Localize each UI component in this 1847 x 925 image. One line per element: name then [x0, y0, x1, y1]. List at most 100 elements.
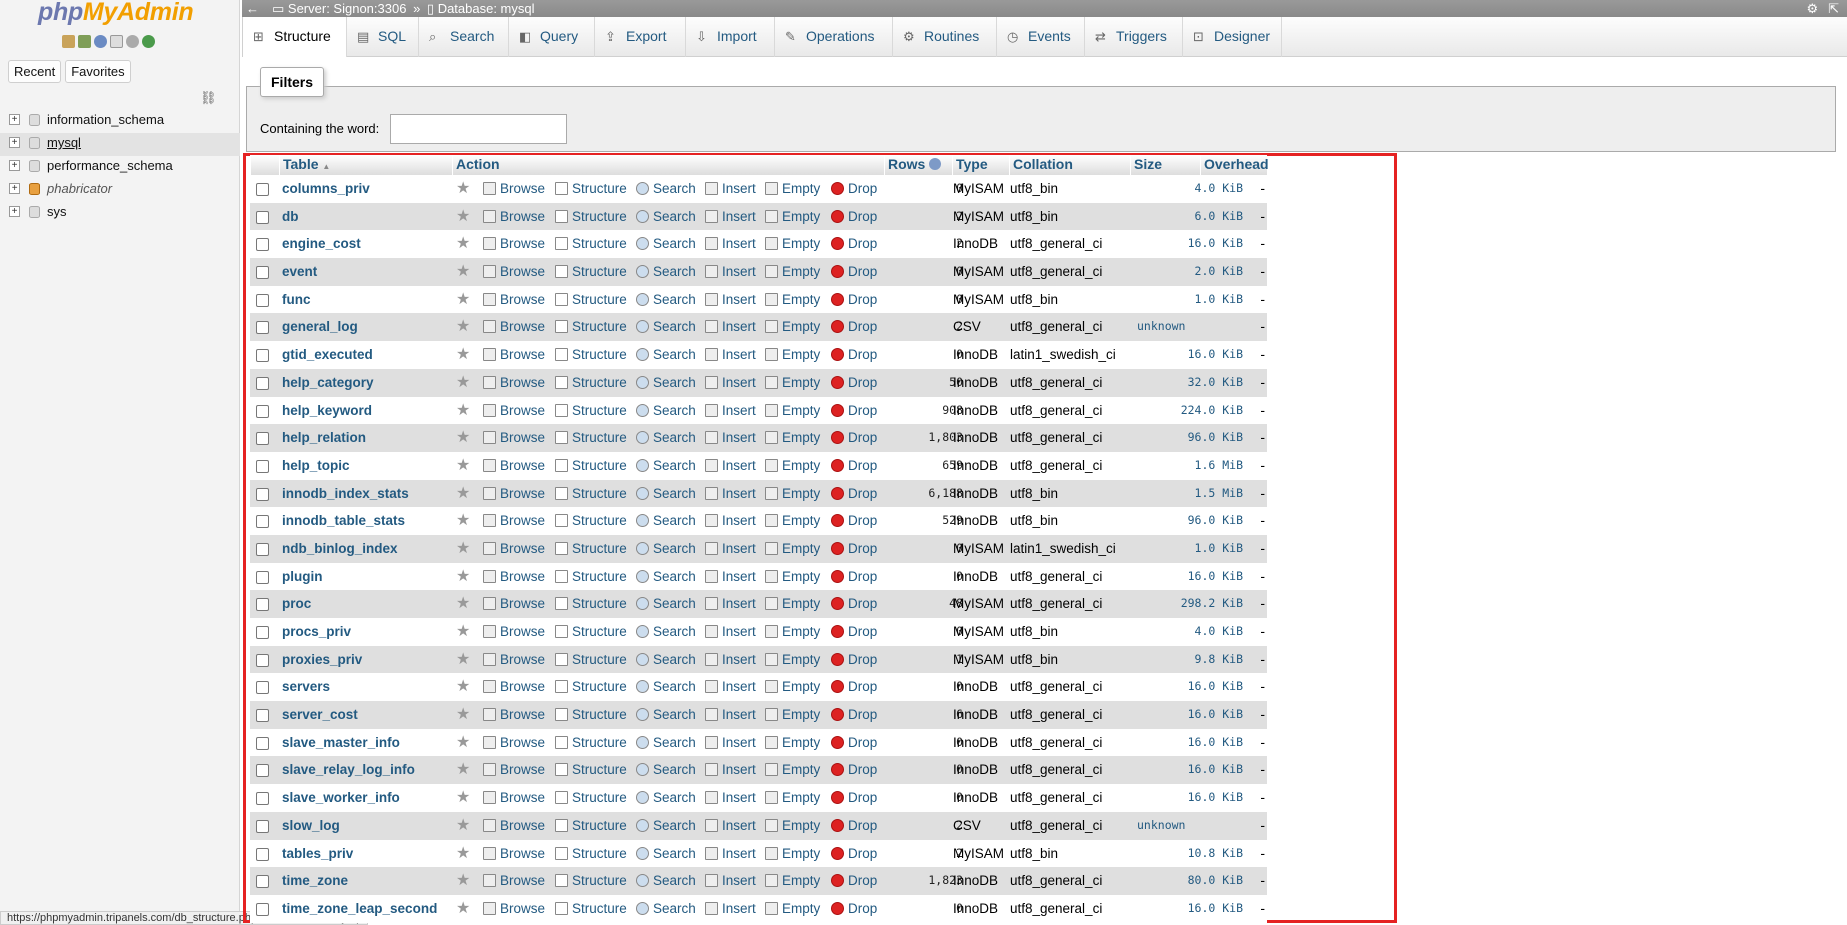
search-link[interactable]: Search — [636, 507, 696, 534]
table-name-link[interactable]: help_topic — [282, 452, 350, 479]
table-name-link[interactable]: event — [282, 258, 317, 285]
search-link[interactable]: Search — [636, 563, 696, 590]
link-icon[interactable]: ⛓ — [200, 90, 217, 106]
structure-link[interactable]: Structure — [555, 507, 627, 534]
table-size[interactable]: 6.0 KiB — [1130, 203, 1243, 230]
table-size[interactable]: 80.0 KiB — [1130, 867, 1243, 894]
empty-link[interactable]: Empty — [765, 175, 820, 202]
browse-link[interactable]: Browse — [483, 507, 545, 534]
drop-link[interactable]: Drop — [831, 397, 877, 424]
insert-link[interactable]: Insert — [705, 729, 756, 756]
db-label[interactable]: phabricator — [47, 181, 112, 196]
drop-link[interactable]: Drop — [831, 203, 877, 230]
drop-link[interactable]: Drop — [831, 646, 877, 673]
tab-designer[interactable]: ⊡ Designer — [1183, 17, 1282, 57]
table-name-link[interactable]: time_zone — [282, 867, 348, 894]
search-link[interactable]: Search — [636, 230, 696, 257]
row-checkbox[interactable] — [256, 487, 269, 501]
browse-link[interactable]: Browse — [483, 784, 545, 811]
drop-link[interactable]: Drop — [831, 452, 877, 479]
db-label[interactable]: information_schema — [47, 112, 164, 127]
favorite-star-icon[interactable]: ★ — [456, 618, 470, 645]
browse-link[interactable]: Browse — [483, 701, 545, 728]
drop-link[interactable]: Drop — [831, 535, 877, 562]
browse-link[interactable]: Browse — [483, 895, 545, 922]
db-label[interactable]: performance_schema — [47, 158, 173, 173]
drop-link[interactable]: Drop — [831, 729, 877, 756]
favorite-star-icon[interactable]: ★ — [456, 701, 470, 728]
db-item-sys[interactable]: + sys — [0, 202, 240, 225]
drop-link[interactable]: Drop — [831, 258, 877, 285]
insert-link[interactable]: Insert — [705, 203, 756, 230]
table-name-link[interactable]: server_cost — [282, 701, 358, 728]
insert-link[interactable]: Insert — [705, 175, 756, 202]
table-size[interactable]: 224.0 KiB — [1130, 397, 1243, 424]
drop-link[interactable]: Drop — [831, 618, 877, 645]
insert-link[interactable]: Insert — [705, 812, 756, 839]
browse-link[interactable]: Browse — [483, 341, 545, 368]
insert-link[interactable]: Insert — [705, 563, 756, 590]
table-size[interactable]: 16.0 KiB — [1130, 673, 1243, 700]
empty-link[interactable]: Empty — [765, 230, 820, 257]
home-icon[interactable] — [62, 35, 75, 48]
structure-link[interactable]: Structure — [555, 258, 627, 285]
search-link[interactable]: Search — [636, 646, 696, 673]
insert-link[interactable]: Insert — [705, 895, 756, 922]
favorite-star-icon[interactable]: ★ — [456, 452, 470, 479]
tab-routines[interactable]: ⚙ Routines — [893, 17, 997, 57]
browse-link[interactable]: Browse — [483, 618, 545, 645]
drop-link[interactable]: Drop — [831, 756, 877, 783]
table-name-link[interactable]: db — [282, 203, 299, 230]
docs-icon[interactable] — [110, 35, 123, 48]
db-item-phabricator[interactable]: + phabricator — [0, 179, 240, 202]
empty-link[interactable]: Empty — [765, 424, 820, 451]
empty-link[interactable]: Empty — [765, 341, 820, 368]
collapse-window-icon[interactable]: ⇱ — [1828, 0, 1839, 17]
insert-link[interactable]: Insert — [705, 535, 756, 562]
header-size[interactable]: Size — [1130, 155, 1200, 175]
empty-link[interactable]: Empty — [765, 673, 820, 700]
search-link[interactable]: Search — [636, 618, 696, 645]
table-size[interactable]: 9.8 KiB — [1130, 646, 1243, 673]
empty-link[interactable]: Empty — [765, 313, 820, 340]
table-name-link[interactable]: general_log — [282, 313, 358, 340]
search-link[interactable]: Search — [636, 535, 696, 562]
tab-operations[interactable]: ✎ Operations — [775, 17, 893, 57]
table-name-link[interactable]: plugin — [282, 563, 323, 590]
table-name-link[interactable]: slow_log — [282, 812, 340, 839]
structure-link[interactable]: Structure — [555, 397, 627, 424]
drop-link[interactable]: Drop — [831, 286, 877, 313]
empty-link[interactable]: Empty — [765, 397, 820, 424]
search-link[interactable]: Search — [636, 313, 696, 340]
structure-link[interactable]: Structure — [555, 369, 627, 396]
row-checkbox[interactable] — [256, 210, 269, 224]
search-link[interactable]: Search — [636, 175, 696, 202]
structure-link[interactable]: Structure — [555, 812, 627, 839]
tab-structure[interactable]: ⊞ Structure — [242, 17, 347, 57]
table-name-link[interactable]: help_relation — [282, 424, 366, 451]
search-link[interactable]: Search — [636, 701, 696, 728]
header-rows[interactable]: Rows — [884, 155, 952, 175]
favorite-star-icon[interactable]: ★ — [456, 286, 470, 313]
phpmyadmin-logo[interactable]: phpMyAdmin — [38, 0, 194, 27]
empty-link[interactable]: Empty — [765, 756, 820, 783]
drop-link[interactable]: Drop — [831, 424, 877, 451]
structure-link[interactable]: Structure — [555, 784, 627, 811]
table-name-link[interactable]: tables_priv — [282, 840, 353, 867]
insert-link[interactable]: Insert — [705, 701, 756, 728]
tab-query[interactable]: ◧ Query — [509, 17, 595, 57]
filter-input[interactable] — [390, 114, 567, 144]
table-size[interactable]: 2.0 KiB — [1130, 258, 1243, 285]
browse-link[interactable]: Browse — [483, 258, 545, 285]
insert-link[interactable]: Insert — [705, 480, 756, 507]
search-link[interactable]: Search — [636, 590, 696, 617]
browse-link[interactable]: Browse — [483, 840, 545, 867]
empty-link[interactable]: Empty — [765, 729, 820, 756]
drop-link[interactable]: Drop — [831, 895, 877, 922]
browse-link[interactable]: Browse — [483, 590, 545, 617]
tab-search[interactable]: ⌕ Search — [419, 17, 509, 57]
expand-icon[interactable]: + — [9, 183, 20, 194]
structure-link[interactable]: Structure — [555, 673, 627, 700]
insert-link[interactable]: Insert — [705, 756, 756, 783]
table-size[interactable]: unknown — [1137, 812, 1250, 839]
